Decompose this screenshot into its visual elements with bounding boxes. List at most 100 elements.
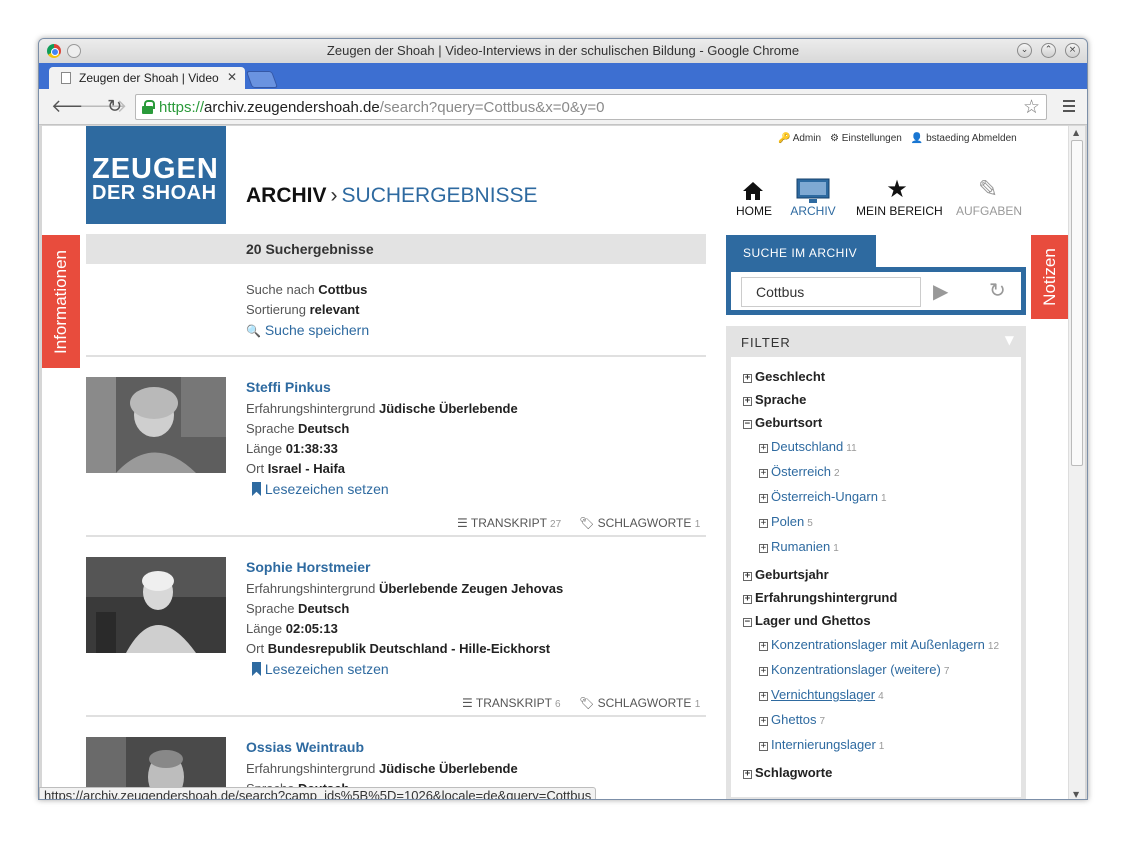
collapse-triangle-icon[interactable]: ▼ xyxy=(1005,333,1014,347)
filter-item-label: Konzentrationslager (weitere) xyxy=(771,662,941,677)
filter-group-lager[interactable]: − Lager und Ghettos xyxy=(743,613,871,628)
filter-item-count: 1 xyxy=(880,493,887,504)
nav-home-label: HOME xyxy=(736,204,772,218)
filter-item[interactable]: + Vernichtungslager 4 xyxy=(759,687,884,702)
save-search-link[interactable]: 🔍 Suche speichern xyxy=(246,322,369,338)
admin-link[interactable]: 🔑 Admin xyxy=(778,133,821,144)
search-icon: 🔍 xyxy=(246,324,261,338)
filter-item-count: 11 xyxy=(846,443,857,454)
filter-item-count: 2 xyxy=(833,468,840,479)
filter-item[interactable]: + Ghettos 7 xyxy=(759,712,825,727)
url-scheme: https:// xyxy=(159,99,205,116)
background-value: Jüdische Überlebende xyxy=(378,761,518,776)
settings-link[interactable]: ⚙ Einstellungen xyxy=(830,133,902,144)
expand-icon: + xyxy=(743,769,752,779)
filter-item[interactable]: + Polen 5 xyxy=(759,514,813,529)
filter-item[interactable]: + Konzentrationslager mit Außenlagern 12 xyxy=(759,637,999,652)
breadcrumb: ARCHIV › SUCHERGEBNISSE xyxy=(246,184,538,208)
filter-item[interactable]: + Deutschland 11 xyxy=(759,439,857,454)
logout-link[interactable]: Abmelden xyxy=(972,133,1017,144)
filter-item-count: 5 xyxy=(807,518,813,529)
scrollbar-thumb[interactable] xyxy=(1071,140,1083,466)
filter-item-label: Internierungslager xyxy=(771,737,876,752)
new-tab-button[interactable] xyxy=(245,71,279,88)
expand-icon: + xyxy=(759,518,768,528)
nav-archiv[interactable]: ARCHIV xyxy=(790,176,836,218)
tab-active[interactable]: Zeugen der Shoah | Video ✕ xyxy=(49,67,245,89)
collapse-icon: − xyxy=(743,419,752,429)
filter-item-label: Österreich xyxy=(771,464,831,479)
filter-group-sprache[interactable]: + Sprache xyxy=(743,392,806,407)
expand-icon: + xyxy=(759,691,768,701)
reset-icon[interactable]: ↻ xyxy=(989,278,1006,302)
result-thumbnail[interactable] xyxy=(86,377,226,473)
url-text: https://archiv.zeugendershoah.de/search?… xyxy=(159,99,604,116)
vertical-scrollbar[interactable]: ▲ ▼ xyxy=(1068,126,1085,799)
filter-group-schlagworte[interactable]: + Schlagworte xyxy=(743,765,832,780)
admin-label: Admin xyxy=(792,133,822,144)
nav-home[interactable]: HOME xyxy=(736,176,772,218)
scroll-up-icon[interactable]: ▲ xyxy=(1073,128,1079,137)
logo-line-2: DER SHOAH xyxy=(92,182,217,204)
result-title[interactable]: Steffi Pinkus xyxy=(246,379,331,395)
expand-icon: + xyxy=(759,493,768,503)
language-value: Deutsch xyxy=(298,601,350,616)
scroll-down-icon[interactable]: ▼ xyxy=(1073,790,1079,799)
keywords-link[interactable]: 🏷 SCHLAGWORTE 1 xyxy=(579,516,700,530)
close-window-icon[interactable]: × xyxy=(1065,43,1080,58)
breadcrumb-root[interactable]: ARCHIV xyxy=(246,184,327,207)
transcript-link[interactable]: ☰ TRANSKRIPT 6 xyxy=(462,696,561,710)
filter-group-erfahrungshintergrund[interactable]: + Erfahrungshintergrund xyxy=(743,590,897,605)
tab-close-icon[interactable]: ✕ xyxy=(227,70,237,84)
maximize-icon[interactable]: ⌃ xyxy=(1041,43,1056,58)
transcript-link[interactable]: ☰ TRANSKRIPT 27 xyxy=(457,516,561,530)
play-search-icon[interactable]: ▶ xyxy=(933,279,948,303)
background-label: Erfahrungshintergrund xyxy=(246,401,376,416)
results-count: 20 Suchergebnisse xyxy=(86,234,706,264)
filter-item[interactable]: + Rumanien 1 xyxy=(759,539,839,554)
nav-aufgaben[interactable]: ✎ AUFGABEN xyxy=(956,176,1022,218)
filter-group-geburtsort[interactable]: − Geburtsort xyxy=(743,415,822,430)
status-bar: https://archiv.zeugendershoah.de/search?… xyxy=(39,787,597,799)
notizen-label: Notizen xyxy=(1040,248,1059,306)
nav-mein-bereich[interactable]: ★ MEIN BEREICH xyxy=(856,176,943,218)
result-title[interactable]: Sophie Horstmeier xyxy=(246,559,370,575)
search-input[interactable]: Cottbus xyxy=(741,277,921,307)
minimize-icon[interactable]: ⌄ xyxy=(1017,43,1032,58)
query-value: Cottbus xyxy=(318,282,368,297)
address-bar[interactable]: https://archiv.zeugendershoah.de/search?… xyxy=(135,94,1047,120)
bookmark-link[interactable]: Lesezeichen setzen xyxy=(246,661,389,677)
result-title[interactable]: Ossias Weintraub xyxy=(246,739,364,755)
filter-group-geburtsjahr[interactable]: + Geburtsjahr xyxy=(743,567,829,582)
filter-item-count: 7 xyxy=(819,716,826,727)
browser-toolbar: 🡐 🡒 ↻ https://archiv.zeugendershoah.de/s… xyxy=(39,89,1087,125)
result-place: Ort Israel - Haifa xyxy=(246,461,345,476)
result-background: Erfahrungshintergrund Überlebende Zeugen… xyxy=(246,581,563,596)
expand-icon: + xyxy=(743,594,752,604)
sort-label: Sortierung xyxy=(246,302,306,317)
lock-icon xyxy=(142,100,155,114)
filter-item[interactable]: + Österreich 2 xyxy=(759,464,840,479)
bookmark-star-icon[interactable]: ☆ xyxy=(1023,96,1040,119)
filter-item-label: Konzentrationslager mit Außenlagern xyxy=(771,637,985,652)
filter-item[interactable]: + Konzentrationslager (weitere) 7 xyxy=(759,662,949,677)
informationen-label: Informationen xyxy=(51,249,70,354)
expand-icon: + xyxy=(743,571,752,581)
notizen-tab[interactable]: Notizen xyxy=(1031,235,1068,319)
keywords-label: SCHLAGWORTE xyxy=(597,696,692,710)
filter-item-label: Österreich-Ungarn xyxy=(771,489,878,504)
bookmark-link[interactable]: Lesezeichen setzen xyxy=(246,481,389,497)
background-value: Überlebende Zeugen Jehovas xyxy=(378,581,564,596)
filter-item[interactable]: + Österreich-Ungarn 1 xyxy=(759,489,887,504)
keywords-link[interactable]: 🏷 SCHLAGWORTE 1 xyxy=(579,696,700,710)
filter-group-geschlecht[interactable]: + Geschlecht xyxy=(743,369,825,384)
filter-item[interactable]: + Internierungslager 1 xyxy=(759,737,884,752)
informationen-tab[interactable]: Informationen xyxy=(42,235,80,368)
chrome-menu-icon[interactable] xyxy=(1063,100,1075,112)
result-thumbnail[interactable] xyxy=(86,557,226,653)
keywords-label: SCHLAGWORTE xyxy=(597,516,692,530)
site-logo[interactable]: ZEUGEN DER SHOAH xyxy=(86,126,226,224)
result-background: Erfahrungshintergrund Jüdische Überleben… xyxy=(246,401,518,416)
reload-icon[interactable]: ↻ xyxy=(107,96,122,117)
place-label: Ort xyxy=(246,461,265,476)
